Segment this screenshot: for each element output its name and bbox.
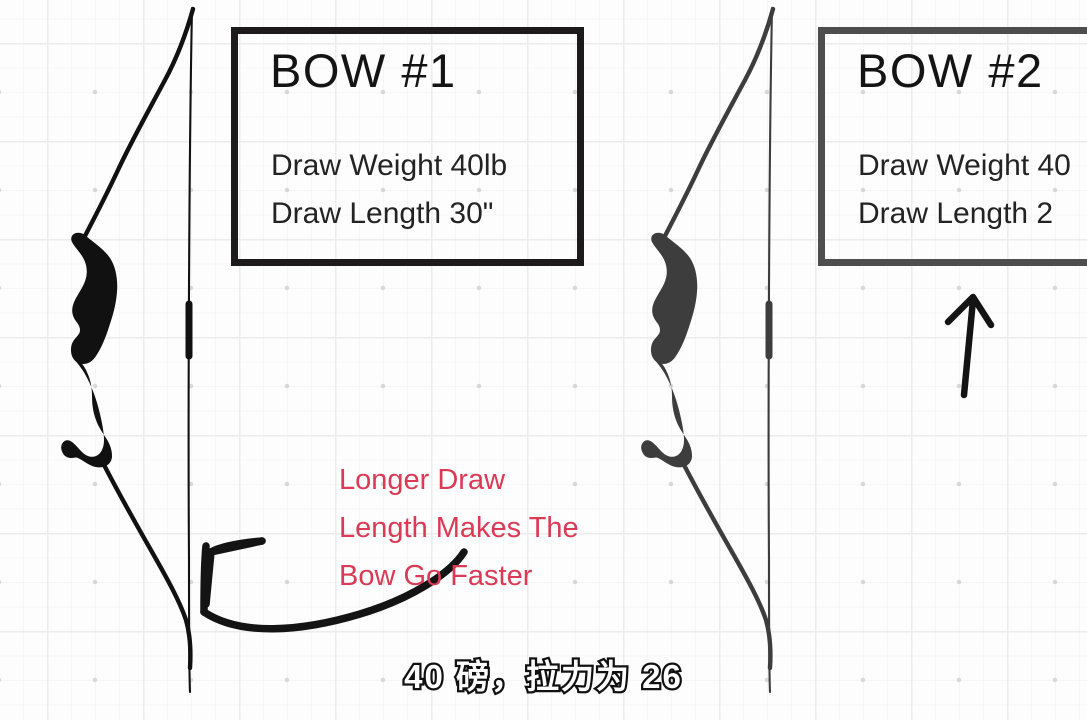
bow-2-draw-weight: Draw Weight 40	[858, 149, 1071, 182]
video-subtitle: 40 磅，拉力为 26	[402, 656, 683, 698]
up-arrow-icon	[944, 293, 995, 399]
bow-2-spec-list: Draw Weight 40 Draw Length 2	[858, 142, 1071, 238]
bow-1-draw-length: Draw Length 30"	[271, 197, 494, 230]
curved-arrow-tip	[202, 537, 266, 608]
bow-upper-limb-1	[81, 6, 196, 241]
screenshot-canvas: BOW #1 Draw Weight 40lb Draw Length 30" …	[0, 0, 1087, 720]
bow-lower-limb-1	[100, 460, 193, 671]
bow-riser-2	[650, 232, 698, 364]
bow-1-spec-list: Draw Weight 40lb Draw Length 30"	[271, 142, 507, 238]
bow-upper-limb-2	[661, 6, 776, 241]
red-annotation-text: Longer Draw Length Makes The Bow Go Fast…	[339, 456, 579, 600]
bow-riser-1	[70, 232, 118, 364]
red-annotation-line-2: Length Makes The	[339, 512, 579, 544]
recurve-bow-icon-2	[641, 6, 776, 694]
bow-riser-lower-2	[641, 356, 692, 468]
red-annotation-line-1: Longer Draw	[339, 464, 506, 496]
red-annotation-line-3: Bow Go Faster	[339, 560, 533, 592]
bow-1-draw-weight: Draw Weight 40lb	[271, 149, 508, 182]
recurve-bow-icon-1	[61, 6, 196, 694]
bow-2-title: BOW #2	[857, 44, 1044, 97]
bow-1-info-box: BOW #1 Draw Weight 40lb Draw Length 30"	[231, 27, 584, 266]
bow-2-draw-length: Draw Length 2	[858, 197, 1054, 230]
up-arrow-shaft	[960, 296, 977, 399]
bow-2-info-box: BOW #2 Draw Weight 40 Draw Length 2	[818, 27, 1087, 266]
bow-lower-limb-2	[680, 460, 773, 671]
bow-1-title: BOW #1	[270, 44, 457, 97]
bow-riser-lower-1	[61, 356, 112, 468]
